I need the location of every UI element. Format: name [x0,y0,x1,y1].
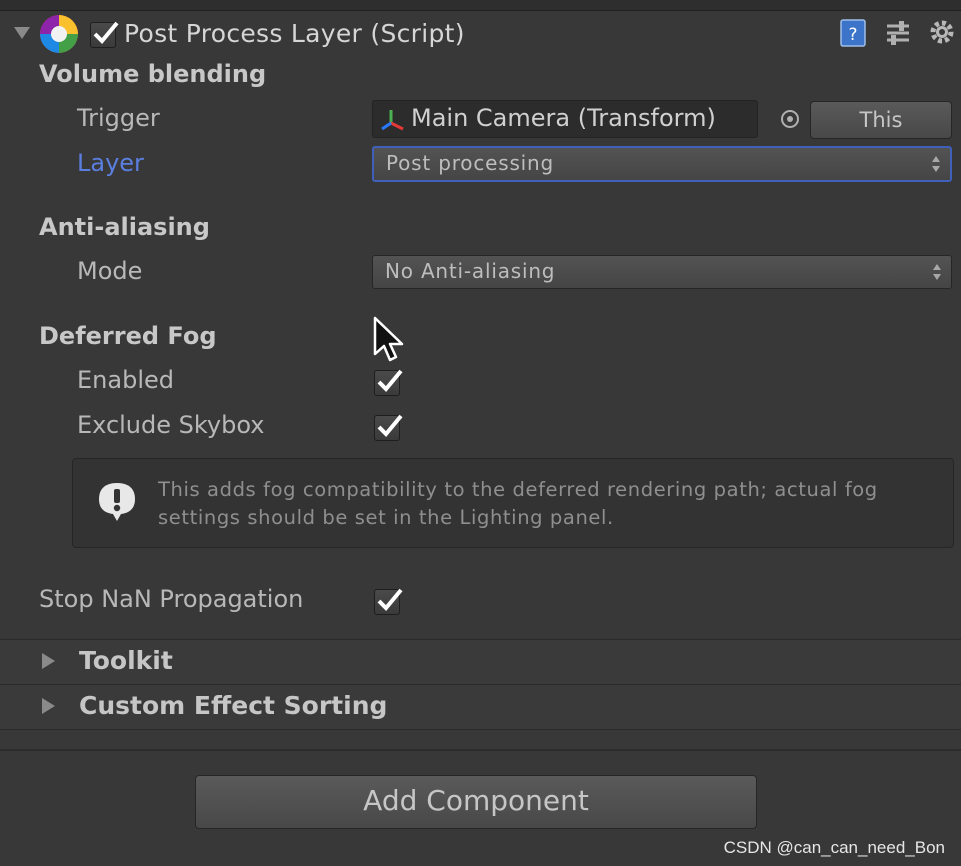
add-component-button[interactable]: Add Component [195,775,757,829]
exclude-skybox-checkbox[interactable] [374,414,403,441]
mouse-cursor-icon [373,316,404,362]
fold-arrow-right-icon [42,698,55,714]
toolkit-foldout[interactable]: Toolkit [0,639,961,684]
post-process-layer-icon [40,15,78,53]
component-title: Post Process Layer (Script) [124,19,465,48]
layer-label: Layer [77,149,144,177]
fog-help-text: This adds fog compatibility to the defer… [158,478,878,529]
enabled-checkbox[interactable] [374,369,403,396]
trigger-label: Trigger [77,104,160,132]
custom-effect-sorting-title: Custom Effect Sorting [79,691,388,720]
checkmark-icon [377,588,403,611]
fold-arrow-right-icon [42,653,55,669]
stop-nan-label: Stop NaN Propagation [39,585,304,613]
divider [0,729,961,730]
fold-arrow-down-icon[interactable] [14,27,30,39]
dropdown-arrows-icon [932,156,940,172]
custom-effect-sorting-foldout[interactable]: Custom Effect Sorting [0,684,961,729]
mode-dropdown[interactable]: No Anti-aliasing [372,255,952,289]
checkmark-icon [93,21,119,44]
component-enabled-checkbox[interactable] [90,21,119,48]
this-button[interactable]: This [810,101,952,139]
section-anti-aliasing: Anti-aliasing [39,213,210,241]
warning-icon [99,483,135,521]
mode-label: Mode [77,257,143,285]
fog-help-box: This adds fog compatibility to the defer… [72,458,954,548]
section-deferred-fog: Deferred Fog [39,322,217,350]
preset-sliders-icon[interactable] [883,18,913,48]
enabled-label: Enabled [77,366,174,394]
gear-icon[interactable] [926,16,958,48]
previous-component-edge [0,0,961,11]
object-picker-icon[interactable] [779,108,801,130]
checkmark-icon [377,369,403,392]
mode-value: No Anti-aliasing [385,259,556,283]
toolkit-title: Toolkit [79,646,173,675]
stop-nan-checkbox[interactable] [374,588,403,615]
svg-text:?: ? [848,25,857,45]
exclude-skybox-label: Exclude Skybox [77,411,265,439]
checkmark-icon [377,414,403,437]
trigger-object-field[interactable]: Main Camera (Transform) [372,100,758,138]
layer-dropdown[interactable]: Post processing [372,146,952,182]
trigger-value: Main Camera (Transform) [411,104,716,132]
section-volume-blending: Volume blending [39,60,267,88]
dropdown-arrows-icon [933,264,941,280]
watermark: CSDN @can_can_need_Bon [723,838,945,857]
divider [0,749,961,751]
transform-axis-icon [381,110,404,131]
help-book-icon[interactable]: ? [838,18,868,48]
layer-value: Post processing [386,151,554,175]
